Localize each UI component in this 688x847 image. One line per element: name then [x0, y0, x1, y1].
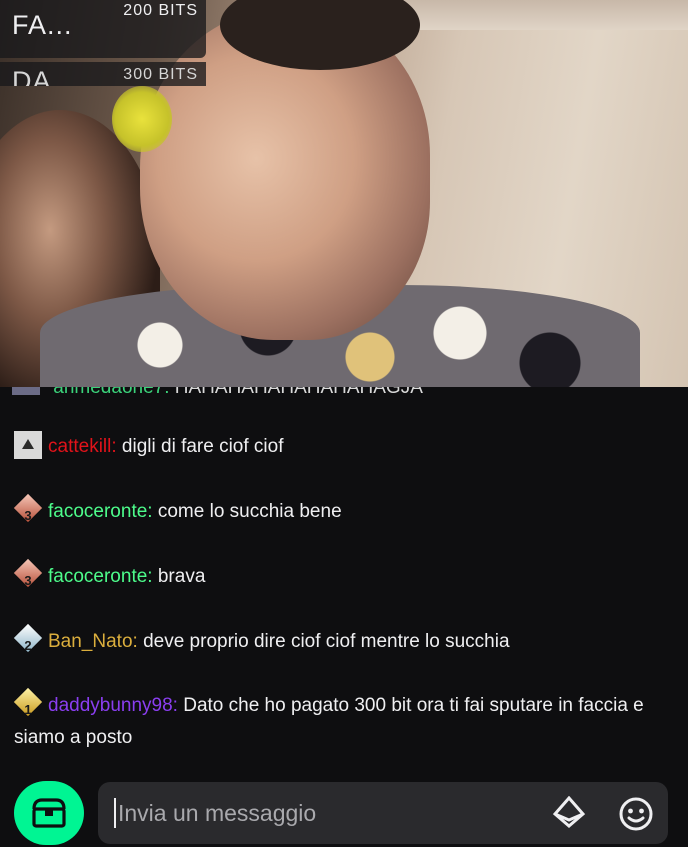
- cheer-username: FA...: [12, 10, 73, 40]
- badge-number: 3: [24, 572, 32, 588]
- chat-message: 3 facoceronte: come lo succhia bene: [13, 493, 674, 528]
- chat-message-partial: ahmedaone7: HAHAHAHAHAHAHAHAGJA: [12, 387, 423, 397]
- cheer-username: DA: [12, 66, 52, 86]
- chat-username[interactable]: facoceronte:: [48, 501, 153, 522]
- text-caret: [114, 798, 116, 828]
- chat-message-text: deve proprio dire ciof ciof mentre lo su…: [143, 631, 510, 652]
- chat-message: 3 facoceronte: brava: [13, 558, 674, 593]
- bits-gem-icon[interactable]: [552, 796, 586, 830]
- cheer-notification: FA... 200 BITS: [0, 0, 206, 58]
- badge-number: 2: [24, 637, 32, 653]
- chat-message: 2 Ban_Nato: deve proprio dire ciof ciof …: [13, 623, 674, 658]
- chat-message-text: brava: [157, 566, 206, 587]
- badge-number: 1: [24, 701, 32, 717]
- chat-username[interactable]: cattekill:: [48, 436, 117, 457]
- chat-username[interactable]: ahmedaone7:: [53, 387, 169, 397]
- bits-badge-icon[interactable]: 3: [13, 558, 43, 589]
- chat-message-text: HAHAHAHAHAHAHAHAGJA: [175, 387, 423, 397]
- bits-badge-icon[interactable]: 1: [13, 687, 43, 718]
- chat-list[interactable]: ahmedaone7: HAHAHAHAHAHAHAHAGJA cattekil…: [0, 387, 688, 777]
- chat-input[interactable]: [118, 799, 538, 827]
- chat-message: 1 daddybunny98: Dato che ho pagato 300 b…: [13, 687, 674, 754]
- chat-input-bar: [0, 777, 688, 847]
- chat-message-field[interactable]: [98, 782, 668, 844]
- cheer-notification: DA 300 BITS: [0, 62, 206, 86]
- moderator-badge-icon[interactable]: [14, 430, 42, 459]
- chat-username[interactable]: daddybunny98:: [48, 695, 178, 716]
- bits-badge-icon[interactable]: 3: [13, 493, 43, 524]
- cheer-amount: 300 BITS: [123, 66, 198, 83]
- background-object: [112, 86, 172, 152]
- treasure-chest-icon: [32, 798, 66, 828]
- chat-message: cattekill: digli di fare ciof ciof: [14, 430, 674, 463]
- stream-video[interactable]: FA... 200 BITS DA 300 BITS: [0, 0, 688, 387]
- chat-message-text: digli di fare ciof ciof: [121, 436, 284, 457]
- smiley-emote-icon[interactable]: [618, 796, 654, 832]
- chat-message-text: come lo succhia bene: [157, 501, 342, 522]
- chat-username[interactable]: facoceronte:: [48, 566, 153, 587]
- treasure-chest-button[interactable]: [14, 781, 84, 845]
- cheer-amount: 200 BITS: [123, 2, 198, 19]
- subscriber-badge-icon: [12, 387, 40, 395]
- chat-username[interactable]: Ban_Nato:: [48, 631, 138, 652]
- badge-number: 3: [24, 507, 32, 523]
- bits-badge-icon[interactable]: 2: [13, 623, 43, 654]
